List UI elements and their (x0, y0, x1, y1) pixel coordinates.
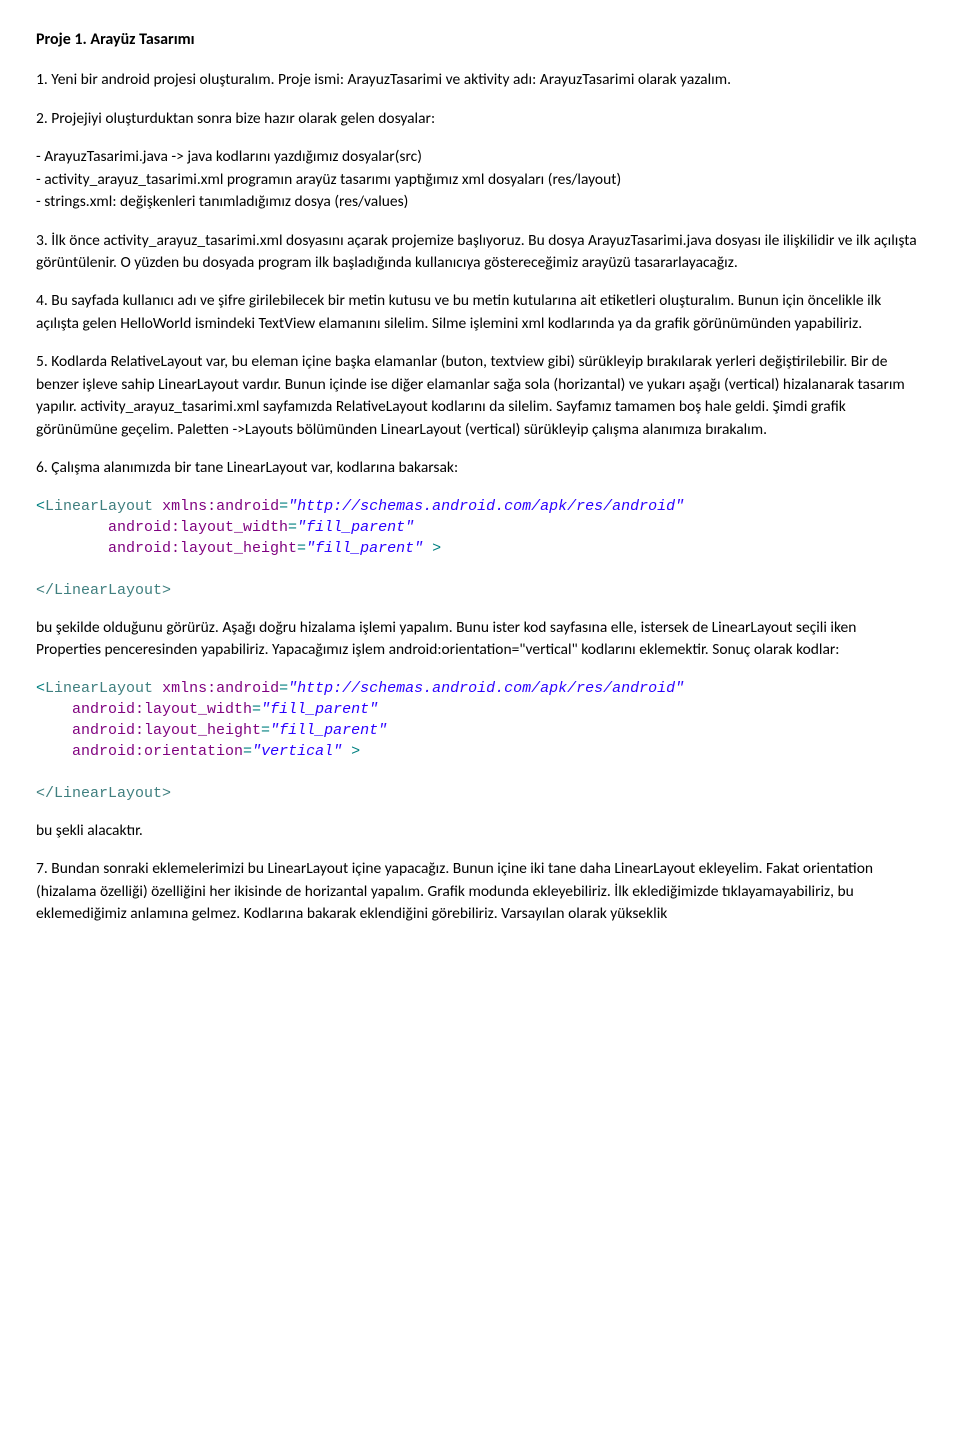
step-2-files: - ArayuzTasarimi.java -> java kodlarını … (36, 146, 924, 213)
file-line-2: - activity_arayuz_tasarimi.xml programın… (36, 170, 621, 189)
step-2-intro: 2. Projejiyi oluşturduktan sonra bize ha… (36, 108, 924, 130)
page-title: Proje 1. Arayüz Tasarımı (36, 28, 924, 51)
code1-nsval: "http://schemas.android.com/apk/res/andr… (288, 498, 684, 515)
step-7: 7. Bundan sonraki eklemelerimizi bu Line… (36, 858, 924, 925)
paragraph-after-code2: bu şekli alacaktır. (36, 820, 924, 842)
code-block-1: <LinearLayout xmlns:android="http://sche… (36, 496, 924, 601)
file-line-1: - ArayuzTasarimi.java -> java kodlarını … (36, 147, 422, 166)
code1-wval: "fill_parent" (297, 519, 414, 536)
step-3: 3. İlk önce activity_arayuz_tasarimi.xml… (36, 230, 924, 275)
paragraph-after-code1: bu şekilde olduğunu görürüz. Aşağı doğru… (36, 617, 924, 662)
code1-wattr: android:layout_width (108, 519, 288, 536)
code2-close: </LinearLayout> (36, 785, 171, 802)
code2-wattr: android:layout_width (72, 701, 252, 718)
code2-tag: LinearLayout (45, 680, 153, 697)
code2-hval: "fill_parent" (270, 722, 387, 739)
step-5: 5. Kodlarda RelativeLayout var, bu elema… (36, 351, 924, 441)
code-block-2: <LinearLayout xmlns:android="http://sche… (36, 678, 924, 804)
code2-nsval: "http://schemas.android.com/apk/res/andr… (288, 680, 684, 697)
code2-oattr: android:orientation (72, 743, 243, 760)
code2-oval: "vertical" (252, 743, 342, 760)
step-1: 1. Yeni bir android projesi oluşturalım.… (36, 69, 924, 91)
step-6: 6. Çalışma alanımızda bir tane LinearLay… (36, 457, 924, 479)
code2-wval: "fill_parent" (261, 701, 378, 718)
code1-hval: "fill_parent" (306, 540, 423, 557)
code1-close: </LinearLayout> (36, 582, 171, 599)
step-4: 4. Bu sayfada kullanıcı adı ve şifre gir… (36, 290, 924, 335)
code1-nsattr: xmlns:android (162, 498, 279, 515)
code1-hattr: android:layout_height (108, 540, 297, 557)
code2-hattr: android:layout_height (72, 722, 261, 739)
file-line-3: - strings.xml: değişkenleri tanımladığım… (36, 192, 408, 211)
code2-nsattr: xmlns:android (162, 680, 279, 697)
code1-tag: LinearLayout (45, 498, 153, 515)
